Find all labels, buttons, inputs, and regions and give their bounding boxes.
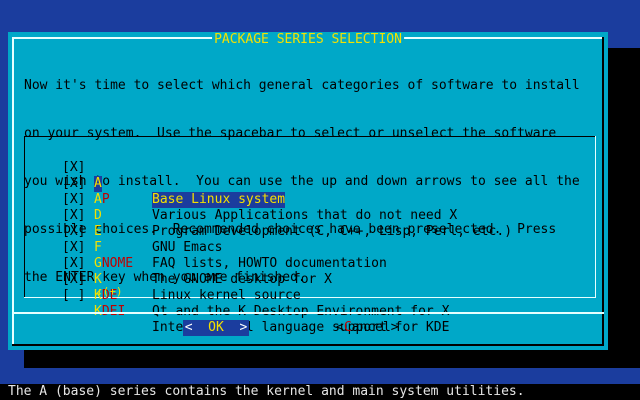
checklist-item-d[interactable]: [X] D Program Development (C, C++, Lisp,… (24, 176, 596, 239)
ok-label: OK (208, 320, 224, 335)
scroll-more-indicator: ↓(+) (96, 285, 123, 298)
cancel-bracket-left: < (336, 320, 344, 335)
item-description: Linux kernel source (152, 288, 301, 303)
cancel-button[interactable]: <Cancel> (336, 320, 399, 336)
cancel-hotkey: C (343, 320, 352, 335)
ok-bracket-left: < (184, 320, 193, 335)
package-series-dialog: PACKAGE SERIES SELECTION Now it's time t… (8, 32, 608, 350)
button-separator (12, 312, 604, 314)
ok-bracket-right: > (239, 320, 248, 335)
checklist-item-f[interactable]: [X] F FAQ lists, HOWTO documentation (24, 208, 596, 271)
status-bar: The A (base) series contains the kernel … (0, 384, 640, 400)
intro-line: Now it's time to select which general ca… (24, 78, 580, 93)
checklist-item-gnome[interactable]: [X] GNOME The GNOME desktop for X (24, 224, 596, 287)
ok-button[interactable]: < OK > (183, 320, 249, 336)
package-checklist[interactable]: [X] A Base Linux system [X] AP Various A… (24, 136, 596, 335)
cancel-bracket-right: > (390, 320, 399, 335)
checklist-item-kde[interactable]: [X] KDE Qt and the K Desktop Environment… (24, 256, 596, 319)
item-checkbox[interactable]: [ ] (62, 288, 85, 304)
checklist-item-k[interactable]: [X] K Linux kernel source (24, 240, 596, 303)
dialog-border-left (12, 37, 14, 346)
checklist-item-a[interactable]: [X] A Base Linux system (24, 144, 596, 208)
checklist-item-ap[interactable]: [X] AP Various Applications that do not … (24, 160, 596, 223)
cancel-label: ancel (351, 320, 391, 335)
checklist-item-e[interactable]: [X] E GNU Emacs (24, 192, 596, 255)
dialog-border-bottom (12, 344, 604, 346)
list-border-top (24, 136, 596, 137)
